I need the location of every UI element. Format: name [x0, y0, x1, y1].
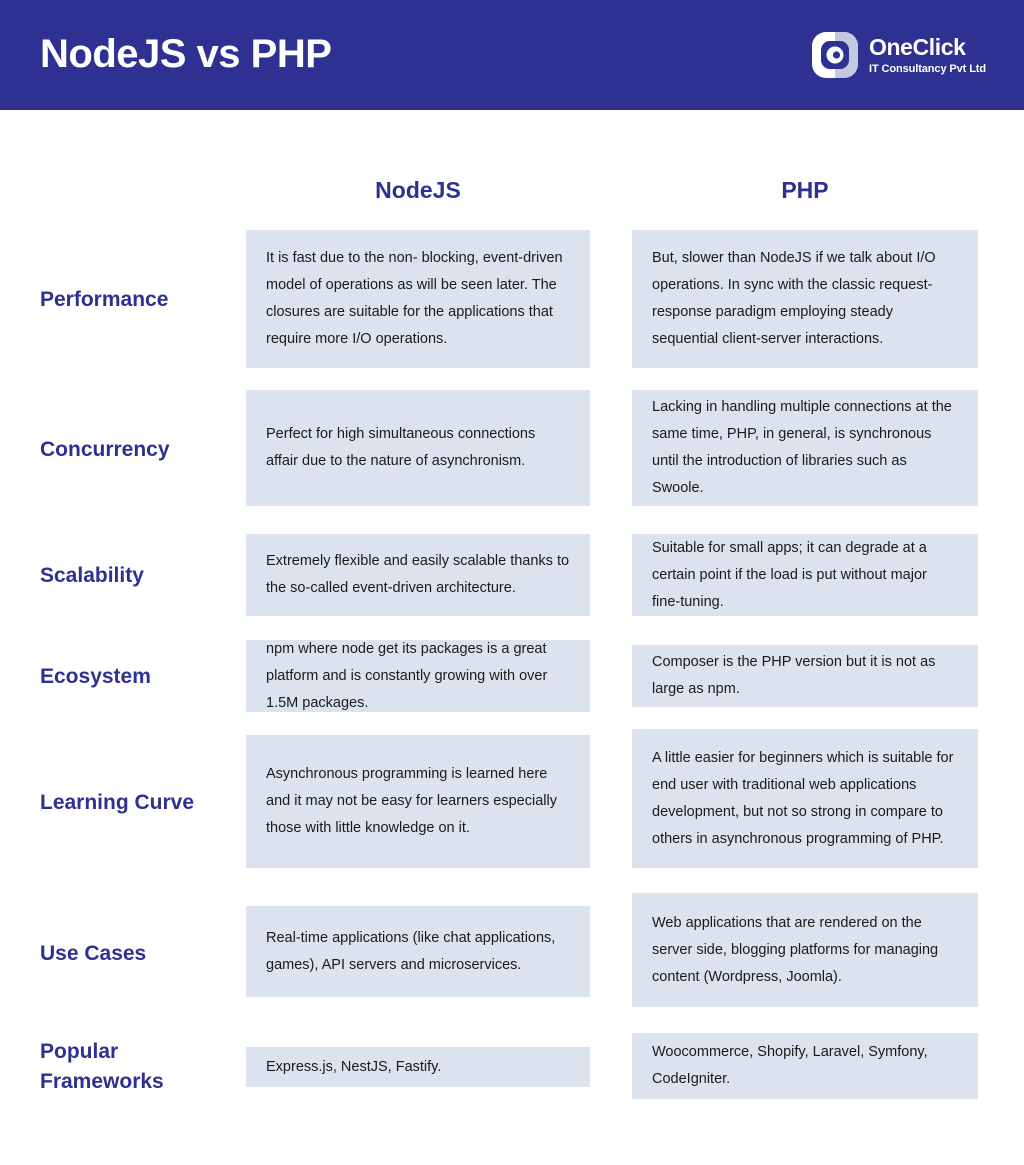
- cell-text: Asynchronous programming is learned here…: [266, 766, 557, 836]
- cell-text: npm where node get its packages is a gre…: [266, 640, 548, 711]
- cell-text: Composer is the PHP version but it is no…: [652, 654, 936, 697]
- cell-text: Express.js, NestJS, Fastify.: [266, 1058, 442, 1075]
- table-cell-php-use-cases: Web applications that are rendered on th…: [632, 893, 978, 1007]
- table-cell-nodejs-performance: It is fast due to the non- blocking, eve…: [246, 230, 590, 368]
- table-cell-php-concurrency: Lacking in handling multiple connections…: [632, 390, 978, 506]
- cell-text: Perfect for high simultaneous connection…: [266, 426, 536, 469]
- table-cell-php-learning-curve: A little easier for beginners which is s…: [632, 729, 978, 868]
- table-cell-nodejs-ecosystem: npm where node get its packages is a gre…: [246, 640, 590, 712]
- table-cell-nodejs-use-cases: Real-time applications (like chat applic…: [246, 906, 590, 997]
- table-cell-nodejs-learning-curve: Asynchronous programming is learned here…: [246, 735, 590, 868]
- cell-text: Suitable for small apps; it can degrade …: [652, 539, 927, 610]
- table-cell-nodejs-popular-frameworks: Express.js, NestJS, Fastify.: [246, 1047, 590, 1087]
- cell-text: It is fast due to the non- blocking, eve…: [266, 250, 563, 347]
- table-cell-nodejs-scalability: Extremely flexible and easily scalable t…: [246, 534, 590, 616]
- row-label-popular-frameworks: Popular Frameworks: [40, 1040, 164, 1093]
- cell-text: Real-time applications (like chat applic…: [266, 929, 556, 973]
- cell-text: Lacking in handling multiple connections…: [652, 399, 952, 496]
- row-label-learning-curve: Learning Curve: [40, 791, 195, 814]
- table-cell-php-ecosystem: Composer is the PHP version but it is no…: [632, 645, 978, 707]
- row-label-use-cases: Use Cases: [40, 942, 147, 965]
- cell-text: A little easier for beginners which is s…: [652, 749, 954, 847]
- cell-text: Web applications that are rendered on th…: [652, 914, 939, 985]
- cell-text: But, slower than NodeJS if we talk about…: [652, 250, 936, 347]
- table-cell-php-popular-frameworks: Woocommerce, Shopify, Laravel, Symfony, …: [632, 1033, 978, 1099]
- comparison-table: Performance It is fast due to the non- b…: [0, 0, 1024, 1165]
- row-label-ecosystem: Ecosystem: [40, 665, 151, 688]
- cell-text: Extremely flexible and easily scalable t…: [266, 553, 570, 596]
- table-cell-nodejs-concurrency: Perfect for high simultaneous connection…: [246, 390, 590, 506]
- table-cell-php-scalability: Suitable for small apps; it can degrade …: [632, 534, 978, 616]
- row-label-performance: Performance: [40, 288, 169, 311]
- table-cell-php-performance: But, slower than NodeJS if we talk about…: [632, 230, 978, 368]
- cell-text: Woocommerce, Shopify, Laravel, Symfony, …: [652, 1044, 928, 1087]
- row-label-concurrency: Concurrency: [40, 438, 170, 461]
- row-label-scalability: Scalability: [40, 564, 144, 587]
